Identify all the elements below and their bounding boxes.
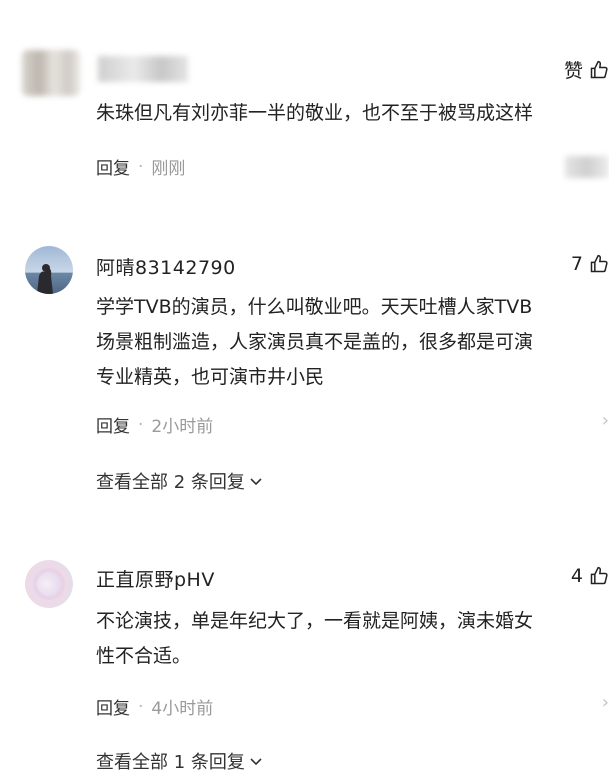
more-redacted: [565, 156, 609, 178]
avatar[interactable]: [22, 50, 80, 96]
like-button[interactable]: 7: [571, 253, 609, 275]
like-count: 4: [570, 565, 583, 587]
reply-button[interactable]: 回复: [96, 694, 130, 719]
thumbs-up-icon: [590, 566, 608, 585]
comment-item: 赞 朱珠但凡有刘亦菲一半的敬业，也不至于被骂成这样 回复 · 刚刚: [0, 0, 609, 200]
like-label: 赞: [563, 60, 583, 82]
username[interactable]: 正直原野pHV: [96, 565, 215, 592]
chevron-down-icon: [250, 758, 262, 766]
comment-line: 性不合适。: [96, 645, 192, 667]
comment-line: 不论演技，单是年纪大了，一看就是阿姨，演未婚女: [96, 610, 534, 632]
view-all-replies-button[interactable]: 查看全部 2 条回复: [96, 468, 263, 494]
separator-dot: ·: [138, 414, 144, 435]
comment-meta: 回复 · 刚刚: [96, 154, 186, 180]
separator-dot: ·: [138, 156, 144, 177]
comment-line: 场景粗制滥造，人家演员真不是盖的，很多都是可演: [96, 331, 534, 353]
comment-text: 朱珠但凡有刘亦菲一半的敬业，也不至于被骂成这样: [96, 96, 609, 131]
thumbs-up-icon: [590, 254, 608, 273]
username-redacted: [98, 56, 188, 82]
comment-line: 专业精英，也可演市井小民: [96, 366, 325, 388]
comment-line: 学学TVB的演员，什么叫敬业吧。天天吐槽人家TVB: [96, 296, 533, 318]
timestamp: 刚刚: [151, 159, 186, 179]
timestamp: 4小时前: [151, 699, 214, 719]
chevron-right-icon[interactable]: ›: [602, 692, 609, 713]
chevron-right-icon[interactable]: ›: [602, 410, 609, 431]
avatar[interactable]: [25, 246, 73, 294]
comment-meta: 回复 · 4小时前: [96, 694, 214, 720]
view-all-replies-button[interactable]: 查看全部 1 条回复: [96, 748, 263, 774]
comment-line: 朱珠但凡有刘亦菲一半的敬业，也不至于被骂成这样: [96, 102, 534, 124]
like-count: 7: [570, 253, 583, 275]
thumbs-up-icon: [590, 60, 608, 78]
timestamp: 2小时前: [151, 417, 214, 437]
comment-text: 不论演技，单是年纪大了，一看就是阿姨，演未婚女 性不合适。: [96, 604, 609, 674]
like-button[interactable]: 4: [571, 565, 609, 587]
comment-meta: 回复 · 2小时前: [96, 412, 214, 438]
comment-text: 学学TVB的演员，什么叫敬业吧。天天吐槽人家TVB 场景粗制滥造，人家演员真不是…: [96, 290, 609, 395]
username[interactable]: 阿晴83142790: [96, 253, 236, 280]
reply-button[interactable]: 回复: [96, 154, 130, 179]
view-all-replies-label: 查看全部 2 条回复: [96, 472, 245, 493]
avatar[interactable]: [25, 560, 73, 608]
view-all-replies-label: 查看全部 1 条回复: [96, 752, 245, 773]
separator-dot: ·: [138, 696, 144, 717]
like-button[interactable]: 赞: [564, 56, 609, 83]
chevron-down-icon: [250, 478, 262, 486]
reply-button[interactable]: 回复: [96, 412, 130, 437]
